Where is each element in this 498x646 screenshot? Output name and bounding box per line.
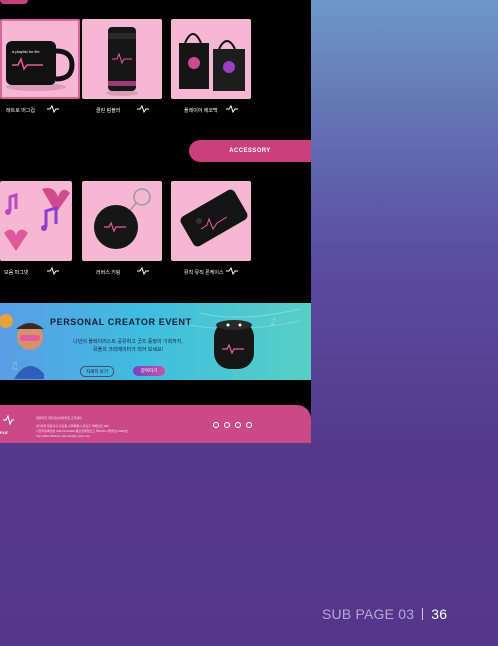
caption-keyring: 러버스 키링	[96, 270, 121, 276]
caption-tumbler: 클린 텀블러	[96, 108, 121, 114]
instagram-icon[interactable]	[235, 422, 241, 428]
magnet-image	[4, 188, 70, 251]
ecobag-image	[179, 33, 245, 91]
youtube-icon[interactable]	[246, 422, 252, 428]
svg-text:♪: ♪	[270, 317, 276, 328]
accessory-category-button[interactable]: ACCESSORY	[189, 140, 311, 162]
character-illustration	[0, 314, 44, 379]
page-number: 36	[431, 606, 448, 622]
caption-phonecase: 뮤직 뮤직 폰케이스	[184, 270, 224, 276]
product-card-mug[interactable]: a playlist for life	[0, 19, 80, 99]
page-number-label: SUB PAGE 03 36	[322, 606, 447, 622]
banner-subtitle: 나만의 플레이리스트 공유하고 굿즈 증정의 기회까지, 뮤플의 크리에이터가 …	[63, 338, 193, 354]
twitter-icon[interactable]	[224, 422, 230, 428]
svg-text:a playlist for life: a playlist for life	[12, 49, 40, 54]
footer-info-2: 사업자등록번호 000-00-00000 통신판매업신고 제0000-서울강남-…	[36, 429, 128, 433]
product-card-phonecase[interactable]	[171, 181, 251, 261]
heartbeat-icon[interactable]	[46, 105, 60, 113]
footer-info-3: TEL 0000-0000 E-mail help@muple.com	[36, 434, 91, 438]
banner-title: PERSONAL CREATOR EVENT	[50, 317, 192, 327]
banner-subtitle-line2: 뮤플의 크리에이터가 되어 보세요!	[93, 347, 163, 353]
join-button[interactable]: 참여하기	[133, 366, 165, 376]
speaker-illustration	[214, 320, 254, 369]
tumbler-image	[106, 27, 138, 96]
heartbeat-icon[interactable]	[136, 105, 150, 113]
heartbeat-icon[interactable]	[225, 105, 239, 113]
phonecase-image	[180, 189, 248, 247]
facebook-icon[interactable]	[213, 422, 219, 428]
more-details-button[interactable]: 자세히 보기	[80, 366, 114, 377]
heartbeat-icon[interactable]	[225, 267, 239, 275]
footer-logo-text: PLE	[0, 430, 8, 435]
site-footer: PLE 회원약관 개인정보처리방침 고객센터 (주)뮤플 대표이사 홍길동 서울…	[0, 405, 311, 443]
creator-event-banner[interactable]: ♪ ♫ PERSONAL CREATOR EVENT 나만의 플레이리스트 공유…	[0, 303, 311, 380]
caption-magnet: 모음 마그넷	[4, 270, 29, 276]
caption-ecobag: 플레이어 에코백	[184, 108, 218, 114]
footer-info-1: (주)뮤플 대표이사 홍길동 서울특별시 강남구 테헤란로 000	[36, 424, 109, 428]
product-card-tumbler[interactable]	[82, 19, 162, 99]
page-preview-panel: a playlist for life 레트로 머그컵 클린 텀블러 플레이어 …	[0, 0, 311, 443]
caption-mug: 레트로 머그컵	[6, 108, 35, 114]
mug-image: a playlist for life	[6, 41, 75, 91]
logo-icon	[3, 415, 14, 425]
banner-subtitle-line1: 나만의 플레이리스트 공유하고 굿즈 증정의 기회까지,	[73, 339, 183, 345]
product-card-keyring[interactable]	[82, 181, 162, 261]
top-tab-indicator	[0, 0, 28, 4]
keyring-image	[94, 188, 151, 249]
footer-links[interactable]: 회원약관 개인정보처리방침 고객센터	[36, 416, 82, 420]
heartbeat-icon[interactable]	[46, 267, 60, 275]
page-section-label: SUB PAGE 03	[322, 606, 415, 622]
product-card-magnet[interactable]	[0, 181, 72, 261]
divider	[422, 608, 424, 620]
heartbeat-icon[interactable]	[136, 267, 150, 275]
product-card-ecobag[interactable]	[171, 19, 251, 99]
